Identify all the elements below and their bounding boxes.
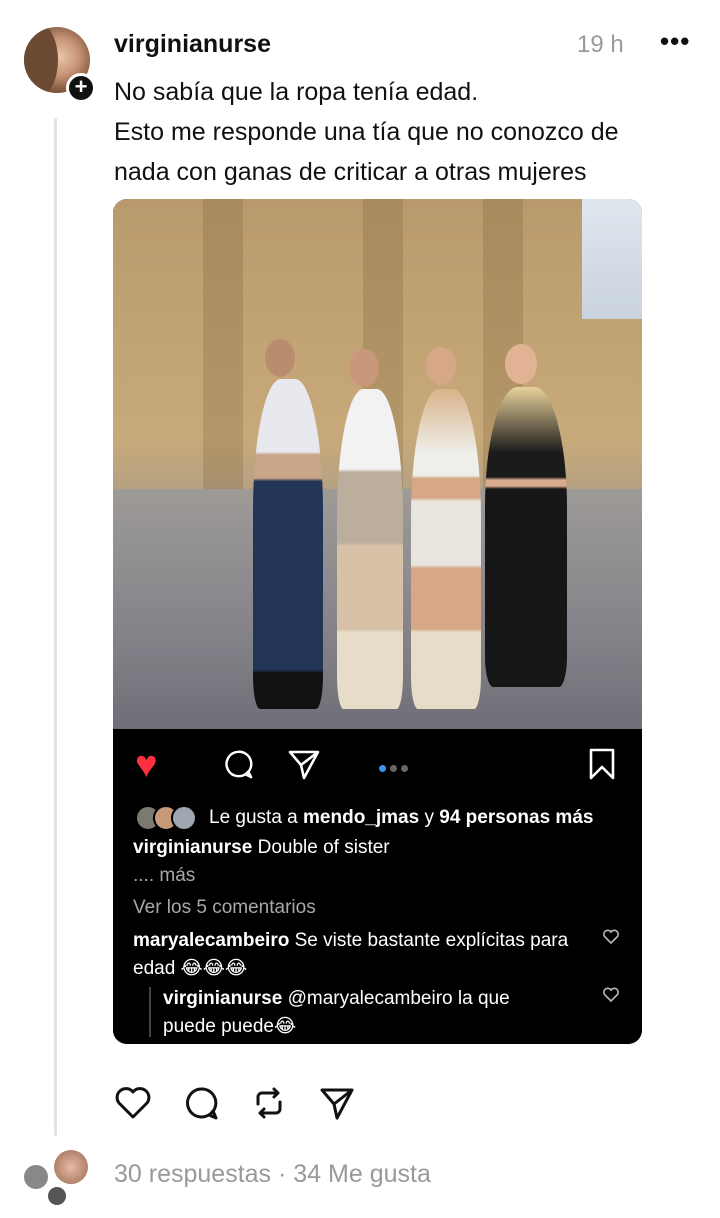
likes-summary: Le gusta a mendo_jmas y 94 personas más (135, 803, 593, 833)
carousel-indicator (379, 759, 412, 777)
thread-line (54, 118, 57, 1136)
more-options-icon[interactable]: ••• (660, 26, 690, 57)
liker-avatar (171, 805, 197, 831)
author-username[interactable]: virginianurse (114, 30, 271, 59)
ig-reply: virginianurse @maryalecambeiro la que pu… (163, 985, 563, 1041)
reply-thread-line (149, 987, 151, 1037)
likes-count: 94 personas más (439, 807, 594, 828)
liked-heart-icon: ♥ (135, 744, 158, 786)
caption-text: Double of sister (257, 837, 390, 858)
attached-image[interactable]: ♥ Le gusta a mendo_jmas y 94 personas má… (113, 199, 642, 1044)
post-text-line: nada con ganas de criticar a otras mujer… (114, 158, 587, 186)
reply-like-icon (603, 987, 619, 1003)
replier-avatar (48, 1187, 66, 1205)
likes-prefix: Le gusta a (209, 807, 304, 828)
like-icon[interactable] (114, 1084, 152, 1122)
reply-icon[interactable] (182, 1084, 220, 1122)
post-timestamp: 19 h (577, 31, 624, 58)
ig-comment: maryalecambeiro Se viste bastante explíc… (133, 927, 573, 983)
follow-button[interactable]: + (66, 73, 96, 103)
comment-user: maryalecambeiro (133, 930, 290, 951)
caption-more: .... más (133, 865, 196, 886)
caption-user: virginianurse (133, 837, 253, 858)
reply-user: virginianurse (163, 988, 283, 1009)
replier-avatar (54, 1150, 88, 1184)
ig-caption: virginianurse Double of sister (133, 837, 390, 859)
likes-user: mendo_jmas (303, 807, 420, 828)
post-stats[interactable]: 30 respuestas · 34 Me gusta (114, 1160, 431, 1189)
instagram-post-panel: ♥ Le gusta a mendo_jmas y 94 personas má… (113, 729, 642, 1044)
post-text-line: Esto me responde una tía que no conozco … (114, 118, 619, 146)
share-icon (288, 750, 320, 780)
post-text: No sabía que la ropa tenía edad. Esto me… (114, 72, 704, 192)
comment-icon (225, 750, 253, 779)
repost-icon[interactable] (250, 1084, 288, 1122)
comment-like-icon (603, 929, 619, 945)
share-icon[interactable] (318, 1084, 356, 1122)
likes-middle: y (419, 807, 440, 828)
group-photo (113, 199, 642, 729)
post-text-line: No sabía que la ropa tenía edad. (114, 78, 479, 106)
replier-avatar (24, 1165, 48, 1189)
view-comments-link: Ver los 5 comentarios (133, 897, 316, 918)
bookmark-icon (589, 748, 615, 780)
